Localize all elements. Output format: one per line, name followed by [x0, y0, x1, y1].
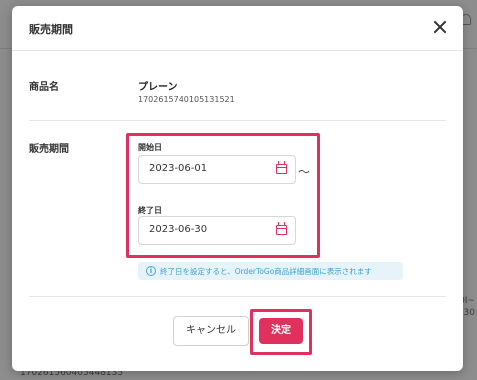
dialog-header: 販売期間	[12, 6, 463, 51]
footer-divider	[29, 296, 446, 297]
product-code: 1702615740105131521	[138, 95, 235, 104]
start-date-value: 2023-06-01	[149, 163, 208, 174]
product-name-label: 商品名	[29, 82, 59, 93]
info-message: i 終了日を設定すると、OrderToGo商品詳細画面に表示されます	[138, 262, 403, 280]
end-date-label: 終了日	[138, 206, 162, 215]
start-date-input[interactable]: 2023-06-01	[138, 155, 296, 184]
section-divider	[29, 120, 446, 121]
background-text-fragment: 30	[463, 308, 475, 318]
end-date-value: 2023-06-30	[149, 224, 208, 235]
calendar-icon[interactable]	[276, 222, 287, 235]
calendar-icon[interactable]	[276, 161, 287, 174]
sales-period-label: 販売期間	[29, 144, 69, 155]
cancel-button[interactable]: キャンセル	[173, 316, 249, 346]
confirm-button[interactable]: 決定	[259, 318, 303, 344]
product-name: プレーン	[138, 82, 178, 93]
end-date-input[interactable]: 2023-06-30	[138, 216, 296, 245]
info-icon: i	[146, 266, 156, 276]
info-message-text: 終了日を設定すると、OrderToGo商品詳細画面に表示されます	[160, 267, 372, 276]
dialog-title: 販売期間	[29, 23, 73, 36]
start-date-label: 開始日	[138, 143, 162, 152]
date-range-separator: 〜	[298, 165, 311, 179]
close-icon[interactable]	[433, 20, 447, 34]
sales-period-dialog: 販売期間 商品名 プレーン 1702615740105131521 販売期間 開…	[12, 6, 463, 371]
